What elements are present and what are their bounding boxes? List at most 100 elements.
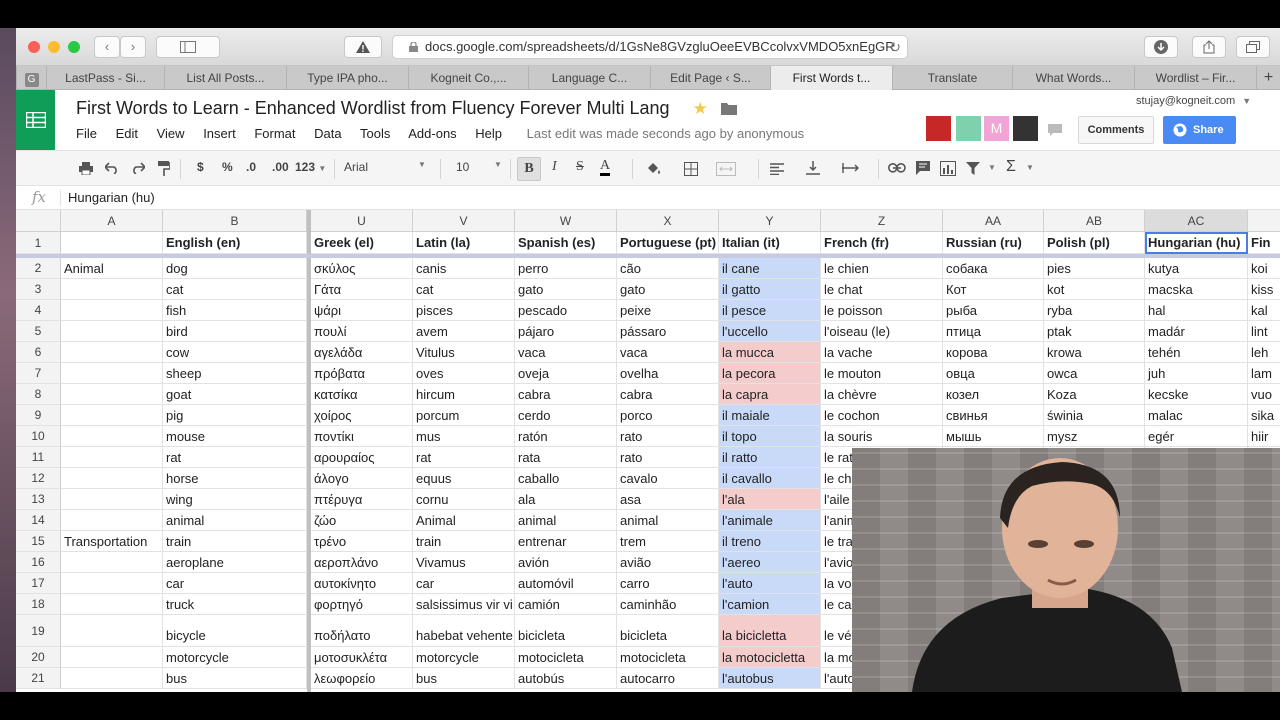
column-header-a[interactable]: A — [61, 210, 163, 232]
table-cell[interactable]: car — [413, 573, 515, 594]
table-cell[interactable]: pájaro — [515, 321, 617, 342]
table-cell[interactable]: cavalo — [617, 468, 719, 489]
font-dropdown[interactable]: Arial ▼ — [344, 160, 428, 174]
table-cell[interactable]: il cane — [719, 258, 821, 279]
table-cell[interactable]: le cochon — [821, 405, 943, 426]
table-cell[interactable]: ψάρι — [311, 300, 413, 321]
table-cell[interactable] — [61, 363, 163, 384]
folder-icon[interactable] — [720, 102, 737, 115]
header-cell[interactable]: Polish (pl) — [1044, 232, 1145, 254]
header-cell[interactable]: Hungarian (hu) — [1145, 232, 1248, 254]
column-header-b[interactable]: B — [163, 210, 307, 232]
table-cell[interactable]: truck — [163, 594, 307, 615]
table-cell[interactable]: ryba — [1044, 300, 1145, 321]
row-header[interactable]: 4 — [16, 300, 61, 321]
table-cell[interactable]: caballo — [515, 468, 617, 489]
table-cell[interactable]: carro — [617, 573, 719, 594]
table-cell[interactable]: rat — [413, 447, 515, 468]
chart-icon[interactable] — [940, 161, 956, 176]
comments-button[interactable]: Comments — [1078, 116, 1154, 144]
menu-format[interactable]: Format — [254, 126, 295, 141]
menu-addons[interactable]: Add-ons — [408, 126, 456, 141]
table-cell[interactable]: αυτοκίνητο — [311, 573, 413, 594]
table-cell[interactable]: l'camion — [719, 594, 821, 615]
row-header[interactable]: 5 — [16, 321, 61, 342]
row-header[interactable]: 13 — [16, 489, 61, 510]
table-cell[interactable]: oves — [413, 363, 515, 384]
share-button[interactable]: Share — [1163, 116, 1236, 144]
table-cell[interactable]: train — [413, 531, 515, 552]
formula-input[interactable]: Hungarian (hu) — [68, 190, 155, 205]
column-header-ab[interactable]: AB — [1044, 210, 1145, 232]
table-cell[interactable] — [61, 405, 163, 426]
column-header-v[interactable]: V — [413, 210, 515, 232]
back-button[interactable]: ‹ — [94, 36, 120, 58]
table-cell[interactable]: cerdo — [515, 405, 617, 426]
table-cell[interactable]: motorcycle — [413, 647, 515, 668]
table-cell[interactable]: φορτηγό — [311, 594, 413, 615]
table-cell[interactable]: caminhão — [617, 594, 719, 615]
table-cell[interactable] — [61, 615, 163, 647]
table-cell[interactable]: hal — [1145, 300, 1248, 321]
table-cell[interactable]: le chat — [821, 279, 943, 300]
table-cell[interactable]: la motocicletta — [719, 647, 821, 668]
downloads-button[interactable] — [1144, 36, 1178, 58]
table-cell[interactable]: мышь — [943, 426, 1044, 447]
table-cell[interactable]: bus — [413, 668, 515, 689]
percent-format-button[interactable]: % — [222, 160, 233, 174]
column-header-u[interactable]: U — [311, 210, 413, 232]
row-header[interactable]: 19 — [16, 615, 61, 647]
collaborator-avatar-4[interactable] — [1013, 116, 1038, 141]
table-cell[interactable] — [61, 468, 163, 489]
menu-edit[interactable]: Edit — [116, 126, 138, 141]
table-cell[interactable]: cabra — [515, 384, 617, 405]
zoom-window-button[interactable] — [68, 41, 80, 53]
fill-color-icon[interactable] — [646, 162, 662, 176]
filter-icon[interactable] — [966, 162, 980, 175]
tab-2[interactable]: Type IPA pho... — [286, 66, 408, 90]
row-header[interactable]: 21 — [16, 668, 61, 689]
frozen-column-divider[interactable] — [307, 210, 311, 692]
table-cell[interactable]: il ratto — [719, 447, 821, 468]
table-cell[interactable]: ovelha — [617, 363, 719, 384]
row-header[interactable]: 2 — [16, 258, 61, 279]
table-cell[interactable]: egér — [1145, 426, 1248, 447]
table-cell[interactable]: gato — [515, 279, 617, 300]
table-cell[interactable] — [61, 447, 163, 468]
table-cell[interactable]: lam — [1248, 363, 1280, 384]
pinned-tab[interactable]: G — [16, 66, 46, 90]
forward-button[interactable]: › — [120, 36, 146, 58]
tab-5[interactable]: Edit Page ‹ S... — [650, 66, 770, 90]
table-cell[interactable]: automóvil — [515, 573, 617, 594]
table-cell[interactable]: kiss — [1248, 279, 1280, 300]
table-cell[interactable]: horse — [163, 468, 307, 489]
table-cell[interactable]: krowa — [1044, 342, 1145, 363]
tab-9[interactable]: Wordlist – Fir... — [1134, 66, 1256, 90]
table-cell[interactable]: l'auto — [719, 573, 821, 594]
table-cell[interactable]: avem — [413, 321, 515, 342]
table-cell[interactable]: kot — [1044, 279, 1145, 300]
table-cell[interactable]: αεροπλάνο — [311, 552, 413, 573]
tab-7[interactable]: Translate — [892, 66, 1012, 90]
document-title[interactable]: First Words to Learn - Enhanced Wordlist… — [76, 98, 737, 119]
sheets-home-button[interactable] — [16, 90, 55, 150]
tab-3[interactable]: Kogneit Co.,... — [408, 66, 528, 90]
menu-insert[interactable]: Insert — [203, 126, 236, 141]
header-cell[interactable]: Spanish (es) — [515, 232, 617, 254]
table-cell[interactable]: mus — [413, 426, 515, 447]
column-header-aa[interactable]: AA — [943, 210, 1044, 232]
functions-button[interactable]: Σ — [1006, 158, 1016, 176]
table-cell[interactable]: pisces — [413, 300, 515, 321]
table-cell[interactable] — [61, 489, 163, 510]
table-cell[interactable]: ποδήλατο — [311, 615, 413, 647]
filter-dropdown-arrow-icon[interactable]: ▼ — [988, 163, 996, 172]
table-cell[interactable]: Animal — [61, 258, 163, 279]
table-cell[interactable]: animal — [163, 510, 307, 531]
table-cell[interactable]: avión — [515, 552, 617, 573]
table-cell[interactable]: madár — [1145, 321, 1248, 342]
borders-icon[interactable] — [684, 162, 698, 176]
table-cell[interactable]: l'oiseau (le) — [821, 321, 943, 342]
collaborator-avatar-3[interactable]: M — [984, 116, 1009, 141]
column-header-z[interactable]: Z — [821, 210, 943, 232]
address-bar[interactable]: docs.google.com/spreadsheets/d/1GsNe8GVz… — [392, 35, 908, 59]
